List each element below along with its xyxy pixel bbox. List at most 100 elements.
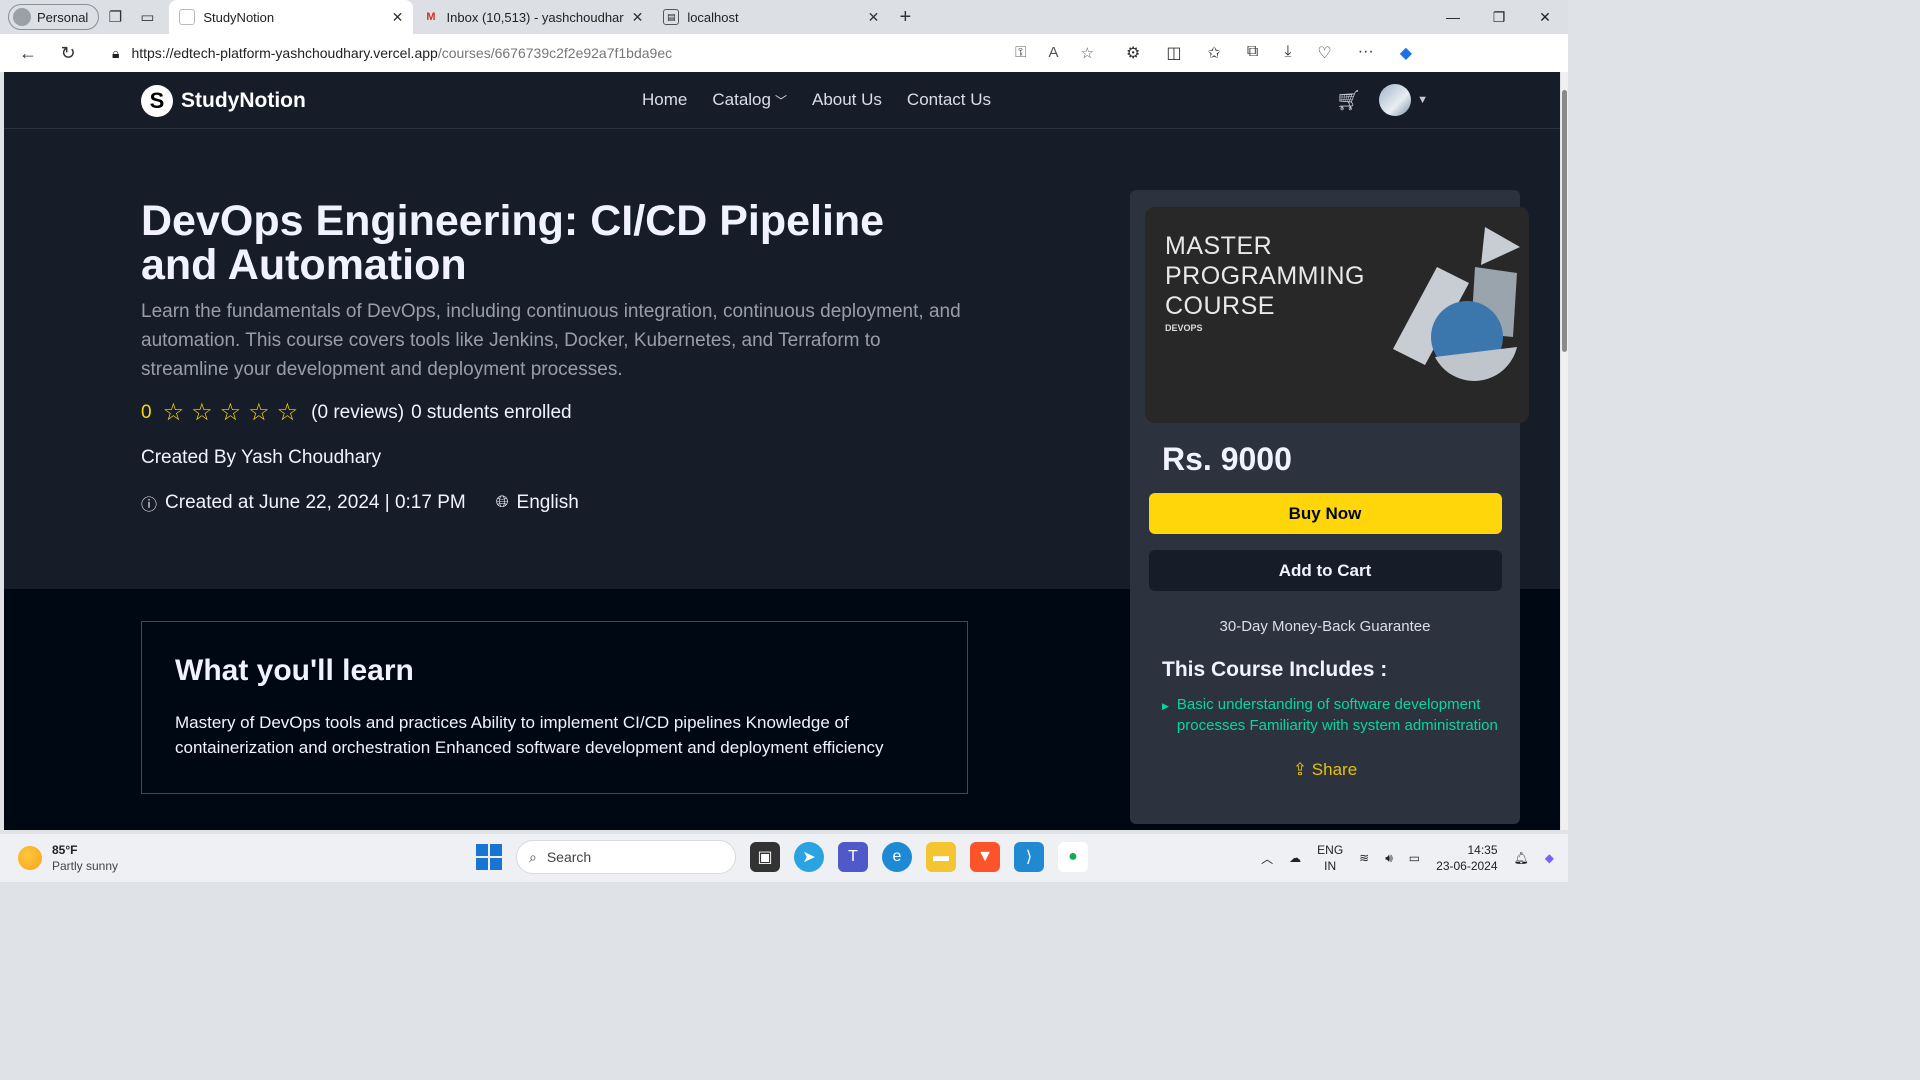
profile-avatar-icon bbox=[13, 8, 31, 26]
tray-overflow-icon[interactable]: ︿ bbox=[1261, 850, 1273, 867]
chevron-down-icon: ﹀ bbox=[774, 94, 787, 108]
brave-icon[interactable]: ▼ bbox=[970, 842, 1000, 872]
os-taskbar: 85°F Partly sunny ⌕ Search ▣ ➤ T e ▬ ▼ ⟩… bbox=[0, 834, 1568, 882]
battery-icon[interactable]: ▭ bbox=[1409, 851, 1420, 865]
tab-actions-icon[interactable]: ▭ bbox=[131, 3, 163, 31]
downloads-icon[interactable]: ⤓ bbox=[1284, 43, 1291, 63]
taskbar-search[interactable]: ⌕ Search bbox=[516, 840, 736, 874]
notification-bell-icon[interactable]: 🔔︎ bbox=[1514, 851, 1529, 865]
close-tab-icon[interactable]: ✕ bbox=[632, 9, 644, 26]
logo-mark: S bbox=[141, 85, 173, 117]
cart-icon[interactable]: 🛒︎ bbox=[1336, 88, 1361, 113]
refresh-icon[interactable]: ↻ bbox=[48, 43, 88, 64]
star-icon: ☆ bbox=[219, 399, 242, 426]
close-window-icon[interactable]: ✕ bbox=[1522, 9, 1568, 26]
nav-catalog[interactable]: Catalog ﹀ bbox=[712, 90, 787, 110]
favorite-star-icon[interactable]: ☆ bbox=[1081, 44, 1094, 62]
course-rating: 0 ☆ ☆ ☆ ☆ ☆ (0 reviews) 0 students enrol… bbox=[141, 399, 572, 426]
share-button[interactable]: ⇪ Share bbox=[1146, 760, 1504, 780]
language-indicator[interactable]: ENG IN bbox=[1317, 842, 1343, 874]
url-path: /courses/6676739c2f2e92a7f1bda9ec bbox=[437, 45, 673, 61]
collections-icon[interactable]: ⧉ bbox=[1247, 43, 1258, 63]
nav-catalog-label: Catalog bbox=[712, 90, 771, 109]
main-menu: Home Catalog ﹀ About Us Contact Us bbox=[642, 90, 991, 110]
course-title: DevOps Engineering: CI/CD Pipeline and A… bbox=[141, 197, 885, 289]
onedrive-icon[interactable]: ☁ bbox=[1289, 851, 1301, 865]
copilot-taskbar-icon[interactable]: ◆ bbox=[1545, 851, 1554, 865]
split-screen-icon[interactable]: ◫ bbox=[1166, 43, 1181, 63]
url-bar[interactable]: 🔒︎ https://edtech-platform-yashchoudhary… bbox=[98, 38, 1108, 68]
more-menu-icon[interactable]: ··· bbox=[1358, 43, 1374, 63]
star-icon: ☆ bbox=[248, 399, 270, 426]
lock-icon: 🔒︎ bbox=[112, 44, 120, 61]
includes-text: Basic understanding of software developm… bbox=[1176, 696, 1498, 734]
tab-studynotion[interactable]: StudyNotion ✕ bbox=[169, 0, 414, 34]
extensions-icon[interactable]: ⚙ bbox=[1126, 43, 1140, 63]
page-icon: ▤ bbox=[663, 9, 680, 25]
telegram-icon[interactable]: ➤ bbox=[794, 842, 824, 872]
learn-text: Mastery of DevOps tools and practices Ab… bbox=[175, 713, 884, 757]
clock[interactable]: 14:35 23-06-2024 bbox=[1436, 842, 1497, 874]
task-view-icon[interactable]: ▣ bbox=[750, 842, 780, 872]
partly-sunny-icon bbox=[18, 846, 42, 870]
region-code: IN bbox=[1324, 859, 1337, 873]
buy-now-button[interactable]: Buy Now bbox=[1148, 493, 1502, 534]
money-back-guarantee: 30-Day Money-Back Guarantee bbox=[1219, 618, 1431, 635]
weather-desc: Partly sunny bbox=[52, 859, 119, 873]
vscode-icon[interactable]: ⟩ bbox=[1014, 842, 1044, 872]
url-actions: ⚿ A ☆ bbox=[1015, 44, 1094, 62]
nav-home[interactable]: Home bbox=[642, 90, 687, 110]
weather-text: 85°F Partly sunny bbox=[52, 842, 118, 874]
file-explorer-icon[interactable]: ▬ bbox=[926, 842, 956, 872]
includes-item: ▶ Basic understanding of software develo… bbox=[1146, 694, 1504, 736]
star-icon: ☆ bbox=[191, 399, 213, 426]
minimize-icon[interactable]: — bbox=[1430, 9, 1476, 26]
gmail-icon: M bbox=[426, 11, 436, 23]
favorites-icon[interactable]: ✩ bbox=[1207, 43, 1220, 63]
volume-icon[interactable]: 🔊︎ bbox=[1385, 851, 1393, 866]
course-creator: Created By Yash Choudhary bbox=[141, 447, 382, 468]
restore-icon[interactable]: ❐ bbox=[1476, 9, 1522, 26]
scrollbar-thumb[interactable] bbox=[1562, 90, 1567, 352]
workspaces-icon[interactable]: ❐ bbox=[99, 3, 131, 31]
read-aloud-icon[interactable]: A bbox=[1049, 44, 1059, 62]
taskbar-apps: ⌕ Search ▣ ➤ T e ▬ ▼ ⟩ ● bbox=[476, 840, 1088, 874]
tab-inbox[interactable]: M Inbox (10,513) - yashchoudhary5 ✕ bbox=[413, 0, 653, 34]
copilot-icon[interactable]: ◆ bbox=[1400, 43, 1412, 63]
add-to-cart-button[interactable]: Add to Cart bbox=[1148, 550, 1502, 591]
star-icon: ☆ bbox=[162, 399, 185, 426]
profile-button[interactable]: Personal bbox=[8, 4, 100, 30]
nav-about[interactable]: About Us bbox=[812, 90, 882, 110]
teams-icon[interactable]: T bbox=[838, 842, 868, 872]
weather-widget[interactable]: 85°F Partly sunny bbox=[18, 842, 118, 874]
share-icon: ⇪ bbox=[1292, 760, 1308, 779]
weather-temp: 85°F bbox=[52, 843, 78, 857]
wifi-icon[interactable]: ≋ bbox=[1359, 851, 1369, 865]
key-icon[interactable]: ⚿ bbox=[1015, 44, 1026, 62]
logo-text: StudyNotion bbox=[181, 89, 306, 112]
site-navbar: S StudyNotion Home Catalog ﹀ About Us Con… bbox=[4, 72, 1560, 129]
mongodb-icon[interactable]: ● bbox=[1058, 842, 1088, 872]
nav-contact[interactable]: Contact Us bbox=[907, 90, 991, 110]
info-icon: ⓘ bbox=[141, 497, 158, 514]
new-tab-icon[interactable]: + bbox=[889, 3, 921, 31]
tab-title: StudyNotion bbox=[203, 9, 275, 25]
page-scrollbar[interactable] bbox=[1561, 72, 1568, 830]
browser-tabbar: Personal ❐ ▭ StudyNotion ✕ M Inbox (10,5… bbox=[0, 0, 1568, 34]
close-tab-icon[interactable]: ✕ bbox=[868, 9, 880, 26]
user-avatar[interactable] bbox=[1379, 84, 1412, 116]
site-logo[interactable]: S StudyNotion bbox=[141, 85, 306, 117]
caret-down-icon[interactable]: ▼ bbox=[1417, 94, 1428, 106]
edge-icon[interactable]: e bbox=[882, 842, 912, 872]
course-description: Learn the fundamentals of DevOps, includ… bbox=[141, 301, 961, 380]
close-tab-icon[interactable]: ✕ bbox=[392, 9, 404, 26]
tab-title: localhost bbox=[687, 9, 739, 25]
url-text: https://edtech-platform-yashchoudhary.ve… bbox=[131, 45, 672, 61]
profile-label: Personal bbox=[37, 9, 89, 25]
tab-localhost[interactable]: ▤ localhost ✕ bbox=[653, 0, 889, 34]
windows-start-icon[interactable] bbox=[476, 844, 502, 870]
thumbnail-graphic bbox=[1393, 227, 1520, 381]
browser-essentials-icon[interactable]: ♡ bbox=[1317, 43, 1331, 63]
back-icon[interactable]: ← bbox=[8, 43, 48, 64]
globe-icon: 🌐︎ bbox=[495, 494, 509, 511]
